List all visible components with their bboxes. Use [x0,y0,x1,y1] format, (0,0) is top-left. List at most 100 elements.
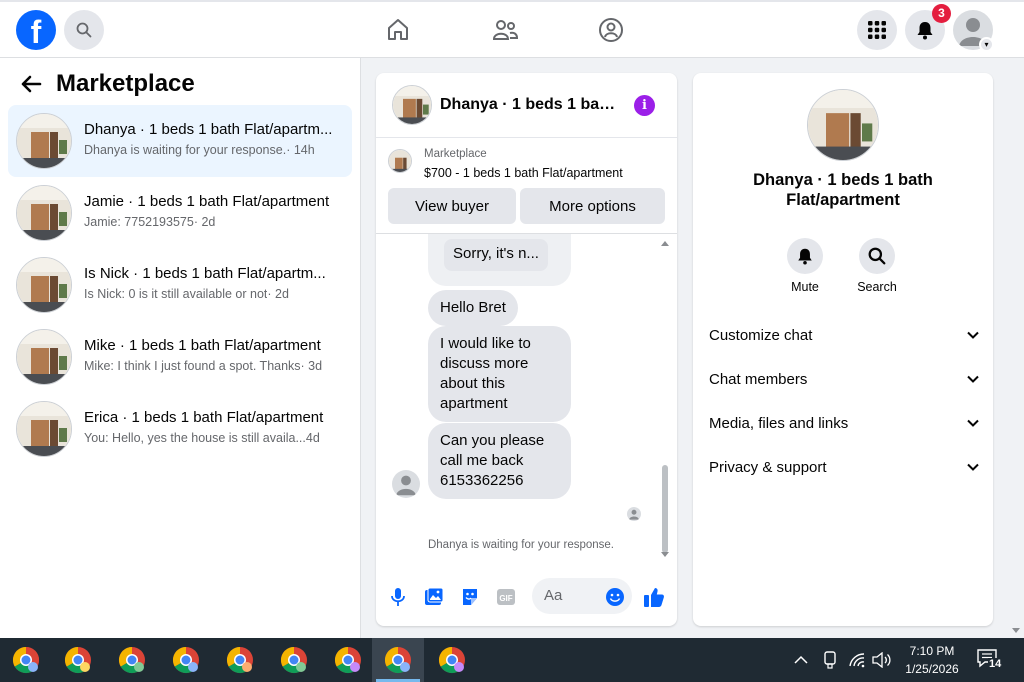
chrome-icon [226,646,253,674]
action-center-button[interactable]: 14 [976,648,1003,672]
taskbar-chrome-app[interactable] [106,638,158,682]
scroll-up-icon[interactable] [660,239,670,247]
conversation-item[interactable]: Jamie · 1 beds 1 bath Flat/apartment Jam… [8,177,352,249]
chrome-icon [280,646,307,674]
volume-button[interactable] [872,638,892,682]
section-label: Customize chat [709,326,813,344]
listing-thumbnail[interactable] [392,85,432,125]
section-label: Chat members [709,370,808,388]
listing-price[interactable]: $700 - 1 beds 1 bath Flat/apartment [424,166,623,180]
scroll-down-icon[interactable] [1011,627,1021,635]
taskbar-chrome-app[interactable] [0,638,52,682]
menu-grid-icon [868,21,886,39]
chat-header: Dhanya · 1 beds 1 bat··· i [376,73,677,138]
sticker-icon [463,589,477,605]
taskbar-chrome-app-active[interactable] [372,638,424,682]
notification-badge: 3 [932,4,951,23]
waiting-status: Dhanya is waiting for your response. [427,539,614,551]
info-icon[interactable]: i [634,95,655,116]
emoji-button[interactable] [604,586,626,608]
reply-preview[interactable]: Sorry, it's n... [444,239,548,271]
sender-avatar [392,470,420,498]
privacy-support-section[interactable]: Privacy & support [709,453,979,481]
chevron-down-icon [967,419,979,427]
search-button[interactable] [64,10,104,50]
listing-thumbnail [16,185,72,241]
voice-clip-button[interactable] [387,586,409,608]
media-files-links-section[interactable]: Media, files and links [709,409,979,437]
chevron-down-icon[interactable]: ▾ [979,37,994,52]
chevron-up-icon [794,655,808,664]
chrome-icon [118,646,145,674]
taskbar-chrome-app[interactable] [426,638,478,682]
chat-title[interactable]: Dhanya · 1 beds 1 bat··· [440,96,620,114]
conversation-preview: You: Hello, yes the house is still avail… [84,431,320,445]
conversation-item[interactable]: Erica · 1 beds 1 bath Flat/apartment You… [8,393,352,465]
listing-bar: Marketplace $700 - 1 beds 1 bath Flat/ap… [376,138,677,234]
message-bubble[interactable]: I would like to discuss more about this … [428,326,571,422]
taskbar-chrome-app[interactable] [52,638,104,682]
scrollbar-thumb[interactable] [662,465,668,553]
notification-count: 14 [988,658,1003,670]
conversation-item[interactable]: Is Nick · 1 beds 1 bath Flat/apartm... I… [8,249,352,321]
search-label: Search [857,280,897,294]
chrome-icon [384,646,411,674]
sticker-button[interactable] [459,586,481,608]
show-hidden-icons-button[interactable] [794,638,808,682]
chrome-icon [12,646,40,674]
clock-time: 7:10 PM [909,644,955,658]
chevron-down-icon [967,331,979,339]
customize-chat-section[interactable]: Customize chat [709,321,979,349]
facebook-logo[interactable]: f [16,10,56,50]
chrome-icon [438,646,465,674]
listing-thumbnail [16,113,72,169]
search-in-conversation-button[interactable]: Search [847,238,907,294]
conversation-title: Dhanya · 1 beds 1 bath Flat/apartm... [84,121,333,138]
scroll-down-icon[interactable] [660,551,670,559]
bell-icon [798,248,812,265]
windows-taskbar: 7:10 PM 1/25/2026 14 [0,638,1024,682]
network-button[interactable] [848,638,866,682]
taskbar-chrome-app[interactable] [160,638,212,682]
back-arrow-icon[interactable] [20,74,42,94]
chat-members-section[interactable]: Chat members [709,365,979,393]
taskbar-chrome-app[interactable] [322,638,374,682]
page-scrollbar[interactable] [1009,58,1024,638]
system-clock[interactable]: 7:10 PM 1/25/2026 [898,642,966,678]
taskbar-chrome-app[interactable] [214,638,266,682]
home-tab[interactable] [384,16,412,44]
friends-icon [492,20,519,40]
conversation-preview: Dhanya is waiting for your response. · 14… [84,143,315,157]
attach-photo-button[interactable] [423,586,445,608]
chrome-icon [64,646,91,674]
view-buyer-button[interactable]: View buyer [388,188,516,224]
message-scrollbar[interactable] [660,239,670,559]
listing-label: Marketplace [424,148,487,160]
groups-icon [599,18,623,42]
message-bubble[interactable]: Can you please call me back 6153362256 [428,423,571,499]
notifications-button[interactable]: 3 [905,4,951,50]
listing-thumbnail [16,401,72,457]
device-tray-button[interactable] [822,638,838,682]
like-button[interactable] [643,586,665,608]
bell-icon [917,22,933,40]
gif-button[interactable]: GIF [495,586,517,608]
conversation-item[interactable]: Dhanya · 1 beds 1 bath Flat/apartm... Dh… [8,105,352,177]
conversation-item[interactable]: Mike · 1 beds 1 bath Flat/apartment Mike… [8,321,352,393]
friends-tab[interactable] [491,16,519,44]
menu-button[interactable] [857,10,897,50]
listing-thumbnail [16,257,72,313]
listing-thumbnail[interactable] [807,89,879,161]
top-navigation-bar: f 3 ▾ [0,0,1024,58]
message-list: Sorry, it's n... Hello Bret I would like… [376,234,677,564]
page-title: Marketplace [56,70,195,97]
microphone-icon [391,588,405,606]
more-options-button[interactable]: More options [520,188,665,224]
chat-details-panel: Dhanya · 1 beds 1 bath Flat/apartment Mu… [693,73,993,626]
mute-button[interactable]: Mute [775,238,835,294]
groups-tab[interactable] [597,16,625,44]
speaker-icon [872,652,891,668]
mute-label: Mute [791,280,819,294]
taskbar-chrome-app[interactable] [268,638,320,682]
message-bubble[interactable]: Hello Bret [428,290,518,326]
